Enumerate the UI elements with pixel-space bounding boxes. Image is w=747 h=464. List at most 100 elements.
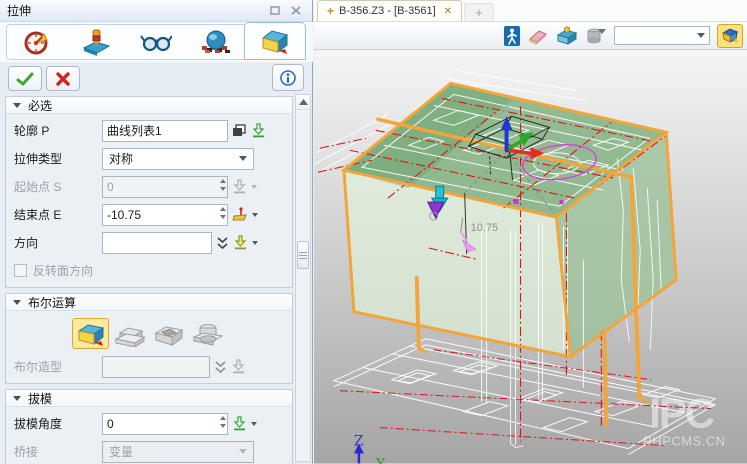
tab-stamp[interactable] — [67, 25, 127, 59]
dropdown-icon[interactable] — [251, 422, 257, 426]
olive-download-arrow-icon[interactable] — [233, 235, 248, 250]
collapse-arrow-icon — [13, 300, 21, 305]
dialog-titlebar[interactable]: 拉伸 — [0, 0, 312, 22]
check-icon — [16, 72, 34, 86]
tab-glasses[interactable] — [126, 25, 186, 59]
extrude-type-select[interactable]: 对称 — [102, 148, 254, 170]
axis-y-label: Y — [375, 457, 386, 464]
start-point-label: 起始点 S — [14, 178, 102, 195]
ok-button[interactable] — [8, 66, 42, 91]
isometric-view-icon — [721, 27, 739, 44]
extrude-dialog: 拉伸 — [0, 0, 313, 464]
extrude-base-icon — [76, 321, 106, 347]
section-boolean-header[interactable]: 布尔运算 — [6, 294, 292, 311]
direction-input[interactable] — [102, 232, 212, 254]
copy-squares-icon[interactable] — [232, 124, 247, 138]
dialog-body: 必选 轮廓 P 拉伸类型 对称 — [0, 94, 313, 464]
profile-input[interactable] — [102, 120, 228, 142]
scrollbar-thumb[interactable] — [297, 241, 309, 269]
stamp-icon — [81, 28, 111, 56]
draft-angle-row: 拔模角度 — [14, 412, 284, 435]
subtract-icon — [153, 321, 185, 347]
section-draft-header[interactable]: 拔模 — [6, 390, 292, 407]
bridge-select[interactable]: 变量 — [102, 441, 254, 463]
dropdown-icon[interactable] — [252, 213, 258, 217]
info-icon — [280, 70, 296, 86]
dropdown-icon — [239, 449, 247, 454]
dropdown-icon[interactable] — [252, 241, 258, 245]
document-pane: + B-356.Z3 - [B-3561] ✕ + — [314, 0, 747, 464]
filter-combo[interactable] — [614, 26, 710, 45]
green-download-arrow-icon[interactable] — [251, 123, 266, 138]
walk-person-icon[interactable] — [504, 26, 520, 46]
end-point-input[interactable] — [102, 204, 228, 226]
boolean-mode-buttons — [72, 318, 292, 349]
extrude-type-row: 拉伸类型 对称 — [14, 147, 284, 170]
spinner-icon[interactable] — [220, 179, 226, 191]
glasses-icon — [140, 28, 172, 56]
end-point-label: 结束点 E — [14, 206, 102, 223]
profile-label: 轮廓 P — [14, 122, 102, 139]
viewport-toolbar — [314, 22, 747, 50]
profile-row: 轮廓 P — [14, 119, 284, 142]
boolean-intersect-button[interactable] — [189, 318, 226, 349]
svg-text:PHPCMS.CN: PHPCMS.CN — [643, 434, 725, 449]
start-point-row: 起始点 S — [14, 175, 284, 198]
tab-extrude[interactable] — [244, 22, 306, 60]
collapse-arrow-icon — [13, 396, 21, 401]
direction-row: 方向 — [14, 231, 284, 254]
document-tab-active[interactable]: + B-356.Z3 - [B-3561] ✕ — [317, 0, 462, 21]
viewport-3d[interactable]: IPC PHPCMS.CN — [314, 50, 747, 464]
sphere-icon — [200, 28, 232, 56]
boolean-remove-button[interactable] — [150, 318, 187, 349]
boolean-base-button[interactable] — [72, 318, 109, 349]
dialog-tool-tabstrip — [0, 22, 313, 62]
double-chevron-down-icon[interactable] — [216, 236, 229, 250]
reverse-face-checkbox[interactable] — [14, 264, 27, 277]
dimension-label: 10.75 — [471, 222, 498, 234]
spinner-icon[interactable] — [220, 416, 226, 428]
section-boolean: 布尔运算 — [5, 293, 293, 384]
gray-download-arrow-icon — [232, 179, 247, 194]
extrude-type-label: 拉伸类型 — [14, 150, 102, 167]
extrude-icon — [259, 27, 291, 55]
application-window: 拉伸 — [0, 0, 747, 464]
dropdown-icon — [697, 33, 705, 38]
tab-gauge[interactable] — [7, 25, 67, 59]
restore-icon[interactable] — [266, 3, 284, 18]
gray-download-arrow-icon — [231, 359, 246, 374]
close-icon[interactable] — [287, 3, 305, 18]
green-download-arrow-icon[interactable] — [232, 416, 247, 431]
pick-solid-icon[interactable] — [556, 26, 578, 45]
gauge-icon — [22, 28, 52, 56]
intersect-icon — [192, 321, 224, 347]
panel-scrollbar[interactable] — [295, 94, 311, 462]
document-tabbar: + B-356.Z3 - [B-3561] ✕ + — [314, 0, 747, 22]
hand-pin-icon[interactable] — [232, 207, 248, 222]
draft-angle-input[interactable] — [102, 413, 228, 435]
isometric-view-button[interactable] — [717, 24, 743, 48]
filter-icon[interactable] — [586, 27, 606, 45]
tab-sphere[interactable] — [186, 25, 246, 59]
cross-icon — [56, 72, 70, 86]
spinner-icon[interactable] — [220, 207, 226, 219]
start-point-input[interactable] — [102, 176, 228, 198]
document-tab-title: B-356.Z3 - [B-3561] — [339, 5, 436, 17]
boolean-shape-row: 布尔造型 — [14, 355, 284, 378]
union-icon — [114, 321, 146, 347]
dialog-actions — [0, 62, 313, 94]
double-chevron-down-icon — [214, 360, 227, 374]
boolean-shape-input[interactable] — [102, 356, 210, 378]
section-required-header[interactable]: 必选 — [6, 97, 292, 114]
eraser-icon[interactable] — [528, 28, 548, 44]
new-tab-button[interactable]: + — [464, 3, 494, 21]
dialog-title: 拉伸 — [7, 2, 263, 19]
bridge-label: 桥接 — [14, 443, 102, 460]
info-button[interactable] — [272, 64, 304, 91]
scroll-up-icon[interactable] — [296, 95, 310, 110]
cancel-button[interactable] — [46, 66, 80, 91]
tab-close-icon[interactable]: ✕ — [444, 6, 452, 17]
boolean-add-button[interactable] — [111, 318, 148, 349]
dropdown-icon — [251, 185, 257, 189]
triad-z-label: Z — [503, 104, 510, 116]
